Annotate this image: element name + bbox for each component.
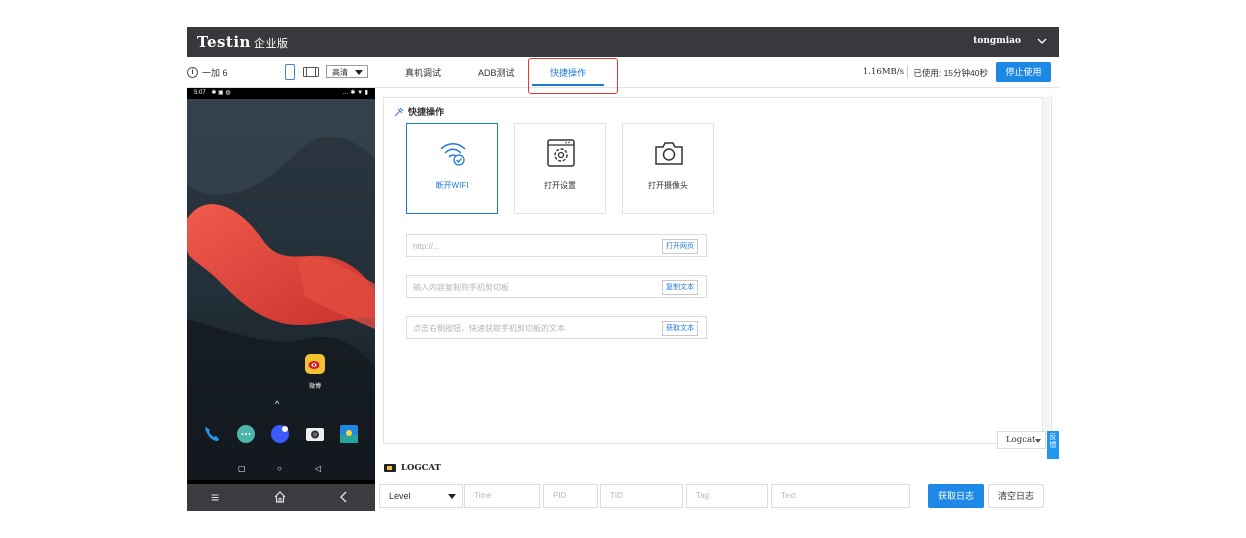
- device-control-bar: ≡: [187, 484, 375, 511]
- gallery-app-icon[interactable]: [339, 424, 359, 444]
- tools-icon: [394, 107, 404, 116]
- status-icons: ✱ ▣ ◍: [211, 90, 231, 96]
- tid-filter[interactable]: TID: [600, 484, 683, 508]
- edition-label: 企业版: [253, 38, 289, 50]
- logcat-title: LOGCAT: [401, 463, 441, 473]
- tab-highlight-box: [528, 58, 618, 94]
- device-name: 一加 6: [202, 68, 228, 78]
- url-field: 打开网页: [406, 234, 707, 257]
- get-text-button[interactable]: 获取文本: [662, 321, 698, 336]
- open-camera-button[interactable]: 打开摄像头: [622, 123, 714, 214]
- open-webpage-button[interactable]: 打开网页: [662, 239, 698, 254]
- url-input[interactable]: [413, 239, 653, 253]
- text-filter[interactable]: Text: [771, 484, 910, 508]
- tag-filter[interactable]: Tag: [686, 484, 768, 508]
- card-label: 打开摄像头: [648, 181, 688, 190]
- camera-app-icon[interactable]: [305, 424, 325, 444]
- square-nav-icon[interactable]: ▢: [238, 464, 246, 473]
- section-title: 快捷操作: [394, 105, 444, 118]
- stop-button[interactable]: 停止使用: [996, 62, 1051, 82]
- caret-down-icon: [355, 70, 363, 75]
- home-icon[interactable]: [273, 490, 287, 504]
- portrait-icon[interactable]: [285, 64, 295, 80]
- time-filter[interactable]: Time: [464, 484, 540, 508]
- wifi-icon: [440, 143, 466, 166]
- copy-text-button[interactable]: 复制文本: [662, 280, 698, 295]
- scrollbar[interactable]: [1042, 97, 1050, 442]
- logcat-icon: [384, 464, 396, 472]
- copy-text-input[interactable]: [413, 280, 653, 294]
- level-select[interactable]: Level: [379, 484, 463, 508]
- quality-select[interactable]: 高清: [326, 65, 368, 78]
- logcat-header: LOGCAT: [384, 463, 441, 473]
- weibo-icon: [308, 361, 320, 369]
- card-label: 打开设置: [544, 181, 576, 190]
- get-text-field: 获取文本: [406, 316, 707, 339]
- app-label: 微博: [308, 384, 321, 390]
- app-window: Testin 企业版 tongmiao i 一加 6 高清 真机调试 ADB测试 …: [187, 27, 1059, 511]
- feedback-button[interactable]: 反馈: [1047, 431, 1059, 459]
- status-right-icons: … ✱ ▼ ▮: [342, 90, 368, 96]
- get-logs-button[interactable]: 获取日志: [928, 484, 984, 508]
- status-time: 5:07: [194, 90, 206, 96]
- used-time: 已使用: 15分钟40秒: [913, 68, 988, 78]
- open-settings-button[interactable]: 打开设置: [514, 123, 606, 214]
- chevron-down-icon[interactable]: [1035, 34, 1049, 48]
- info-icon[interactable]: i: [187, 67, 198, 78]
- landscape-icon[interactable]: [303, 67, 319, 77]
- back-icon[interactable]: [338, 490, 350, 504]
- tab-adb[interactable]: ADB测试: [478, 66, 515, 79]
- network-speed: 1.16MB/s: [862, 67, 904, 77]
- divider: [907, 66, 908, 78]
- dock: [187, 418, 375, 450]
- copy-text-field: 复制文本: [406, 275, 707, 298]
- back-triangle-icon[interactable]: ◁: [315, 464, 321, 473]
- clear-logs-button[interactable]: 清空日志: [988, 484, 1044, 508]
- top-bar: Testin 企业版 tongmiao: [187, 27, 1059, 57]
- card-label: 断开WIFI: [435, 181, 469, 190]
- quick-actions-panel: 快捷操作 断开WIFI 打开设置 打开摄像头 http://... 打开网页 输…: [383, 97, 1052, 444]
- weibo-app-icon[interactable]: [305, 354, 325, 374]
- caret-up-icon[interactable]: ^: [275, 399, 279, 409]
- android-nav: ▢ ○ ◁: [187, 460, 375, 480]
- messages-app-icon[interactable]: [236, 424, 256, 444]
- toolbar: i 一加 6 高清 真机调试 ADB测试 快捷操作 1.16MB/s 已使用: …: [187, 57, 1059, 88]
- get-text-input[interactable]: [413, 321, 653, 335]
- phone-app-icon[interactable]: [202, 424, 222, 444]
- camera-icon: [655, 142, 683, 165]
- browser-app-icon[interactable]: [270, 424, 290, 444]
- device-info: i 一加 6: [187, 66, 228, 79]
- log-type-select[interactable]: Logcat: [997, 431, 1046, 449]
- disconnect-wifi-button[interactable]: 断开WIFI: [406, 123, 498, 214]
- caret-down-icon: [448, 494, 456, 499]
- pid-filter[interactable]: PID: [543, 484, 598, 508]
- device-screen[interactable]: 5:07 ✱ ▣ ◍ … ✱ ▼ ▮ 微博 ^ ▢ ○ ◁ ≡: [187, 88, 375, 511]
- menu-icon[interactable]: ≡: [211, 489, 219, 505]
- username[interactable]: tongmiao: [973, 36, 1021, 46]
- brand-logo[interactable]: Testin 企业版: [197, 33, 288, 51]
- circle-nav-icon[interactable]: ○: [277, 464, 282, 473]
- tab-debug[interactable]: 真机调试: [405, 66, 441, 79]
- caret-down-icon: [1035, 439, 1041, 443]
- settings-icon: [547, 139, 575, 167]
- status-bar: 5:07 ✱ ▣ ◍ … ✱ ▼ ▮: [187, 88, 375, 99]
